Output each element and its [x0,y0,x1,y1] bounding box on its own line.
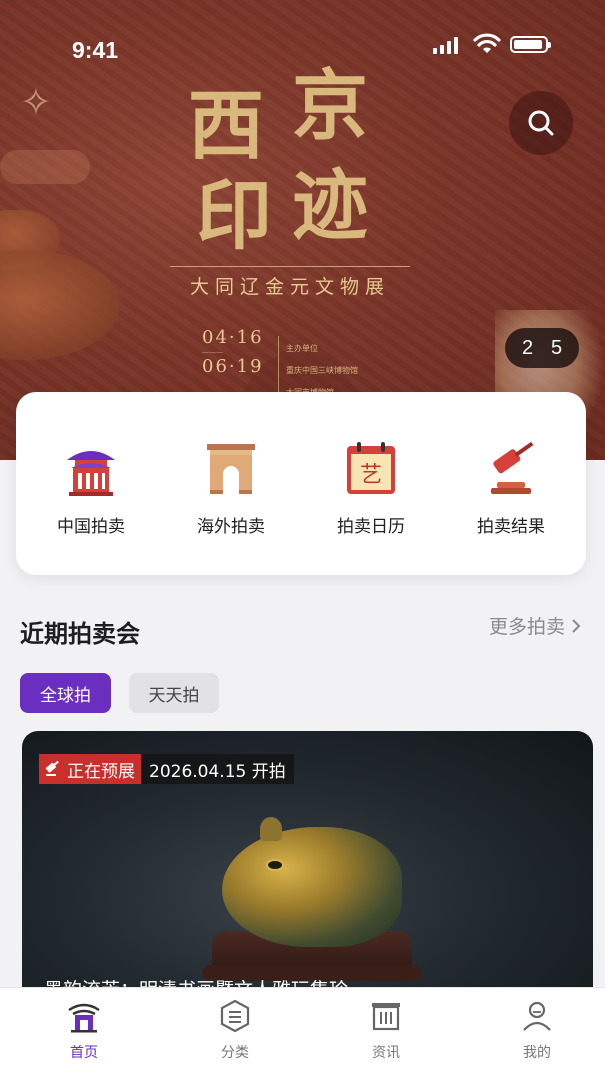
artifact-ear [260,817,282,841]
user-profile-icon [523,1001,551,1031]
arch-gate-icon [207,444,255,494]
banner-dates: 04·16 ——— 06·19 [202,327,264,377]
banner-divider [170,266,410,267]
auction-badge-row: 正在预展 2026.04.15 开拍 [39,754,294,784]
organizer-label: 主办单位 [286,344,318,353]
wifi-icon [473,33,501,53]
more-auctions-label: 更多拍卖 [488,616,565,638]
tab-daily-auction[interactable]: 天天拍 [129,673,219,713]
calendar-icon: 艺 [347,442,395,494]
banner-title-char: 迹 [292,161,368,250]
category-auction-calendar[interactable]: 艺 拍卖日历 [311,432,431,537]
category-list-icon [220,999,250,1033]
svg-text:艺: 艺 [360,463,382,488]
pager-total: 5 [550,336,563,359]
search-icon [528,110,554,136]
status-badge-label: 正在预展 [67,761,135,782]
search-button[interactable] [509,91,573,155]
chinese-pavilion-icon [67,451,115,496]
category-auction-results[interactable]: 拍卖结果 [451,432,571,537]
battery-icon [510,36,551,53]
category-label: 拍卖日历 [337,517,405,537]
auction-date: 2026.04.15 开拍 [141,754,294,784]
chevron-right-icon [572,618,581,633]
bronze-beast-artifact [222,817,402,947]
more-auctions-link[interactable]: 更多拍卖 [489,612,581,639]
news-icon [372,1003,400,1031]
category-label: 海外拍卖 [197,517,265,537]
gavel-icon [491,441,534,494]
status-badge: 正在预展 [39,754,141,784]
home-pavilion-icon [68,1003,100,1033]
banner-subtitle: 大同辽金元文物展 [189,276,390,298]
banner-title-char: 印 [196,171,272,260]
banner-date-start: 04·16 [202,327,264,348]
nav-label: 分类 [221,1045,249,1061]
category-label: 拍卖结果 [477,517,545,537]
status-bar: 9:41 [0,0,605,90]
organizer-1: 重庆中国三峡博物馆 [286,366,358,375]
nav-label: 我的 [523,1045,551,1061]
hammer-icon [45,760,59,776]
status-time: 9:41 [72,37,119,63]
nav-profile[interactable]: 我的 [487,994,587,1062]
nav-home[interactable]: 首页 [34,994,134,1062]
category-card: 中国拍卖 海外拍卖 艺 拍卖日历 拍卖结果 [16,392,586,575]
banner-title-char: 西 [188,81,264,170]
banner-date-end: 06·19 [202,356,264,377]
category-overseas-auction[interactable]: 海外拍卖 [171,432,291,537]
pager-current: 2 [521,336,534,359]
cellular-signal-icon [433,36,458,54]
banner-cloud-decoration [0,150,90,184]
nav-label: 首页 [70,1045,98,1061]
banner-date-separator: ——— [202,348,223,356]
nav-category[interactable]: 分类 [185,994,285,1062]
category-label: 中国拍卖 [57,517,125,537]
nav-label: 资讯 [372,1045,400,1061]
bottom-navigation: 首页 分类 资讯 我的 [0,987,605,1078]
nav-news[interactable]: 资讯 [336,994,436,1062]
tab-global-auction[interactable]: 全球拍 [20,673,111,713]
banner-pager: 2 5 [505,328,579,368]
auction-card[interactable]: 正在预展 2026.04.15 开拍 墨韵流芳：明清书画暨文人雅玩集珍 [22,731,593,1031]
banner-organizer-divider [278,336,279,396]
category-chinese-auction[interactable]: 中国拍卖 [31,432,151,537]
section-title: 近期拍卖会 [20,620,140,648]
artifact-eye [266,859,284,871]
